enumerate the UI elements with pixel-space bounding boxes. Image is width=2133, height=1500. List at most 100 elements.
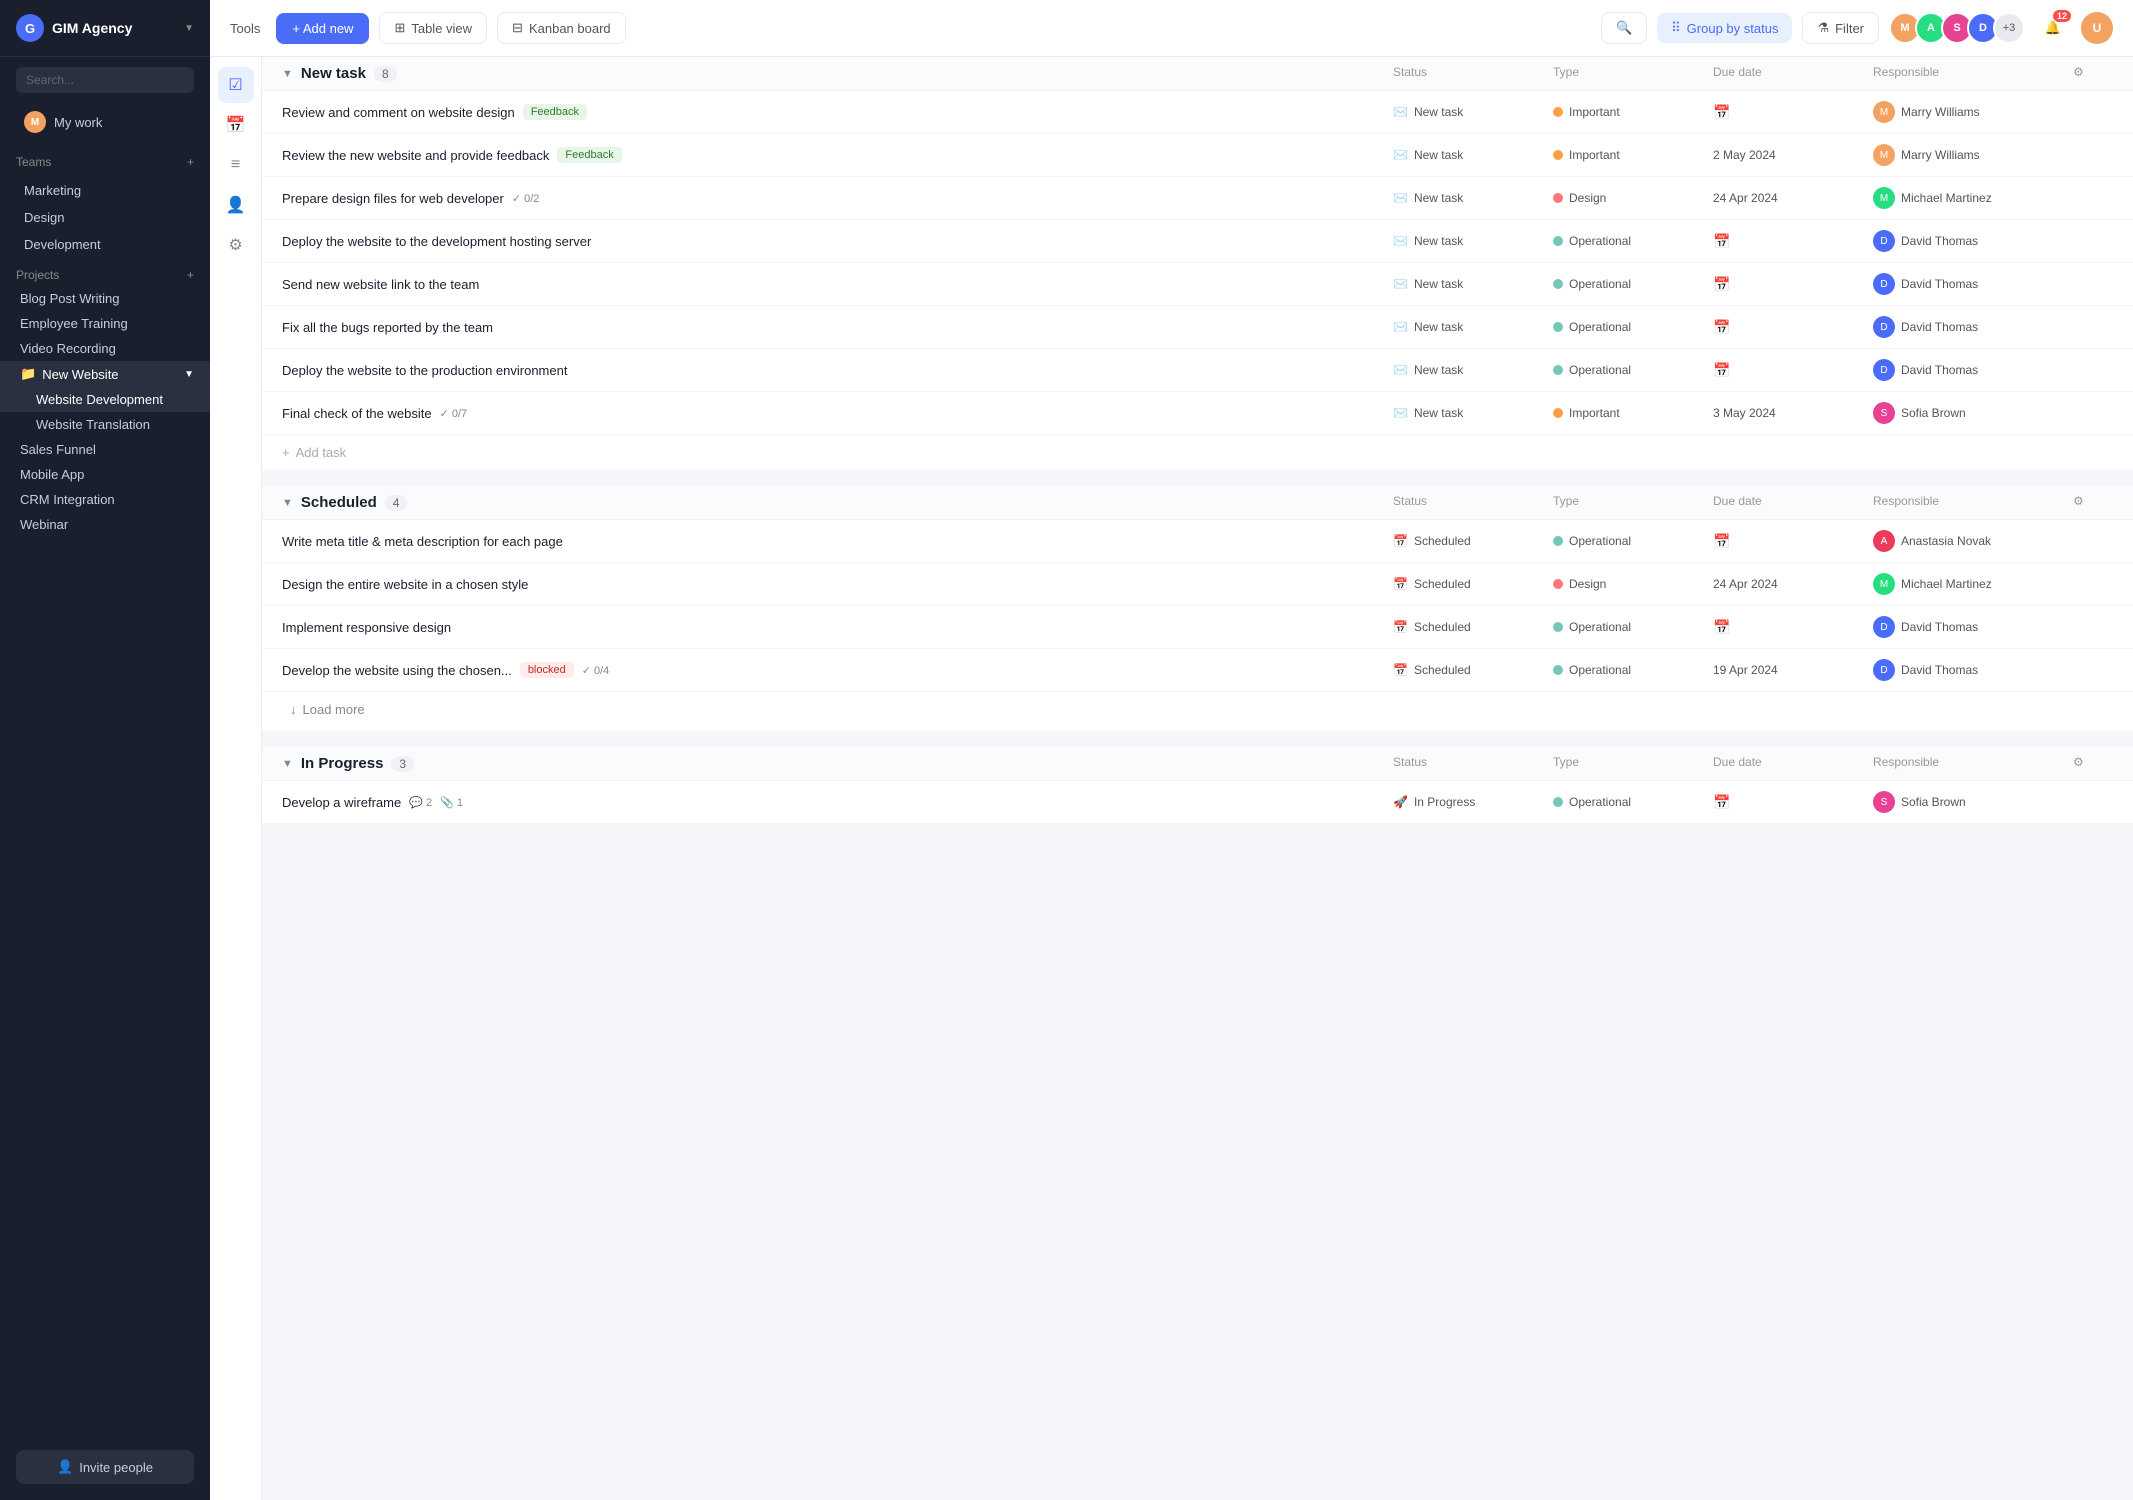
teams-section-header[interactable]: Teams + (16, 151, 194, 173)
invite-people-button[interactable]: 👤 Invite people (16, 1450, 194, 1484)
kanban-board-button[interactable]: ⊟ Kanban board (497, 12, 626, 44)
status-icon: 📅 (1393, 663, 1408, 677)
status-icon: ✉️ (1393, 277, 1408, 291)
collapse-btn[interactable]: ▼ Scheduled 4 (282, 494, 1393, 511)
tag-feedback: Feedback (557, 147, 621, 163)
projects-section-header: Projects + (0, 258, 210, 286)
sidebar-item-label: Blog Post Writing (20, 291, 119, 306)
sidebar-item-label: Employee Training (20, 316, 128, 331)
status-icon: 🚀 (1393, 795, 1408, 809)
sidebar-item-label: New Website (42, 367, 118, 382)
subtask-count: ✓ 0/7 (440, 407, 468, 420)
sidebar-item-label: Marketing (24, 183, 81, 198)
avatar: M (1873, 144, 1895, 166)
project-crm-integration[interactable]: CRM Integration (0, 487, 210, 512)
project-sales-funnel[interactable]: Sales Funnel (0, 437, 210, 462)
settings-icon[interactable]: ⚙ (218, 227, 254, 263)
project-mobile-app[interactable]: Mobile App (0, 462, 210, 487)
col-settings[interactable]: ⚙ (2073, 65, 2113, 82)
col-status: Status (1393, 494, 1553, 511)
add-new-button[interactable]: + Add new (276, 13, 369, 44)
sidebar-item-marketing[interactable]: Marketing (0, 177, 210, 204)
notification-count: 12 (2053, 10, 2071, 22)
table-row[interactable]: Fix all the bugs reported by the team ✉️… (262, 306, 2133, 349)
sidebar-item-label: CRM Integration (20, 492, 115, 507)
table-row[interactable]: Implement responsive design 📅Scheduled O… (262, 606, 2133, 649)
search-button[interactable]: 🔍 (1601, 12, 1647, 44)
project-video-recording[interactable]: Video Recording (0, 336, 210, 361)
add-project-icon[interactable]: + (187, 268, 194, 282)
tag-blocked: blocked (520, 662, 574, 678)
status-icon: ✉️ (1393, 363, 1408, 377)
type-dot (1553, 150, 1563, 160)
type-dot (1553, 279, 1563, 289)
avatar: M (1873, 101, 1895, 123)
extra-avatars-badge: +3 (1993, 12, 2025, 44)
calendar-icon[interactable]: 📅 (218, 107, 254, 143)
status-icon: 📅 (1393, 577, 1408, 591)
tasks-icon[interactable]: ☑ (218, 67, 254, 103)
col-due-date: Due date (1713, 755, 1873, 772)
my-work-item[interactable]: M My work (8, 103, 202, 141)
project-employee-training[interactable]: Employee Training (0, 311, 210, 336)
avatar: D (1873, 273, 1895, 295)
table-row[interactable]: Final check of the website ✓ 0/7 ✉️New t… (262, 392, 2133, 435)
table-row[interactable]: Review the new website and provide feedb… (262, 134, 2133, 177)
table-row[interactable]: Prepare design files for web developer ✓… (262, 177, 2133, 220)
add-team-icon[interactable]: + (187, 155, 194, 169)
project-website-translation[interactable]: Website Translation (0, 412, 210, 437)
projects-label: Projects (16, 268, 59, 282)
column-headers: ▼ New task 8 Status Type Due date Respon… (262, 57, 2133, 91)
table-row[interactable]: Send new website link to the team ✉️New … (262, 263, 2133, 306)
table-row[interactable]: Write meta title & meta description for … (262, 520, 2133, 563)
add-task-button[interactable]: + Add task (262, 435, 2133, 470)
table-row[interactable]: Design the entire website in a chosen st… (262, 563, 2133, 606)
user-avatar[interactable]: U (2081, 12, 2113, 44)
col-settings[interactable]: ⚙ (2073, 494, 2113, 511)
project-blog-post[interactable]: Blog Post Writing (0, 286, 210, 311)
table-row[interactable]: Develop a wireframe 💬 2 📎 1 🚀In Progress… (262, 781, 2133, 824)
sidebar-bottom: 👤 Invite people (0, 1434, 210, 1500)
table-row[interactable]: Deploy the website to the development ho… (262, 220, 2133, 263)
calendar-icon: 📅 (1713, 104, 1730, 120)
subtask-count: ✓ 0/2 (512, 192, 540, 205)
sidebar-item-development[interactable]: Development (0, 231, 210, 258)
chevron-down-icon: ▼ (282, 758, 293, 770)
col-settings[interactable]: ⚙ (2073, 755, 2113, 772)
sidebar-header[interactable]: G GIM Agency ▼ (0, 0, 210, 57)
avatar: D (1873, 230, 1895, 252)
collapse-btn[interactable]: ▼ New task 8 (282, 65, 1393, 82)
bell-icon: 🔔 (2045, 20, 2061, 36)
list-icon[interactable]: ≡ (218, 147, 254, 183)
search-input[interactable] (16, 67, 194, 93)
sidebar-item-label: Webinar (20, 517, 68, 532)
settings-icon: ⚙ (2073, 494, 2084, 508)
person-icon[interactable]: 👤 (218, 187, 254, 223)
side-icons-panel: ☑ 📅 ≡ 👤 ⚙ (210, 57, 262, 1500)
group-by-status-button[interactable]: ⠿ Group by status (1657, 13, 1792, 43)
table-view-button[interactable]: ⊞ Table view (379, 12, 487, 44)
project-webinar[interactable]: Webinar (0, 512, 210, 537)
col-responsible: Responsible (1873, 494, 2073, 511)
section-title-scheduled: Scheduled (301, 494, 377, 511)
sidebar-item-label: Development (24, 237, 101, 252)
avatar: M (24, 111, 46, 133)
app-name: GIM Agency (52, 20, 132, 36)
filter-button[interactable]: ⚗ Filter (1802, 12, 1879, 44)
collapse-btn[interactable]: ▼ In Progress 3 (282, 755, 1393, 772)
table-row[interactable]: Develop the website using the chosen... … (262, 649, 2133, 692)
avatar: S (1873, 402, 1895, 424)
project-website-development[interactable]: Website Development (0, 387, 210, 412)
type-dot (1553, 193, 1563, 203)
calendar-icon: 📅 (1713, 233, 1730, 249)
col-type: Type (1553, 65, 1713, 82)
table-row[interactable]: Review and comment on website design Fee… (262, 91, 2133, 134)
sidebar-item-design[interactable]: Design (0, 204, 210, 231)
sidebar-item-label: Mobile App (20, 467, 84, 482)
notifications-button[interactable]: 🔔 12 (2035, 10, 2071, 46)
project-new-website[interactable]: 📁 New Website ▼ (0, 361, 210, 387)
subtask-count: ✓ 0/4 (582, 664, 610, 677)
calendar-icon: 📅 (1713, 533, 1730, 549)
load-more-button[interactable]: ↓ Load more (262, 692, 2133, 731)
table-row[interactable]: Deploy the website to the production env… (262, 349, 2133, 392)
